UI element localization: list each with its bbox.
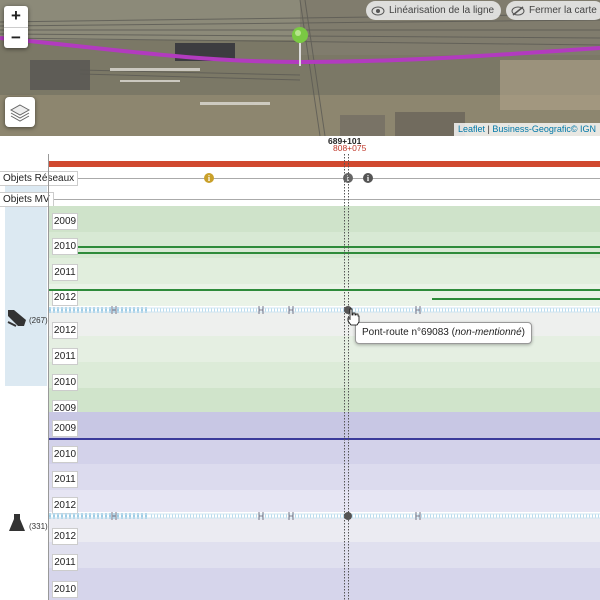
track-machine-icon: [7, 310, 26, 327]
g1-year-label: 2011: [52, 264, 78, 281]
zoom-out-button[interactable]: −: [4, 27, 28, 48]
g2-band-2010: [49, 438, 600, 464]
info-icon-yellow[interactable]: i: [203, 172, 215, 184]
g1-band-2009: [49, 206, 600, 232]
g1-year-label: 2012: [52, 289, 78, 306]
g1-green-segment[interactable]: [78, 252, 600, 254]
g1-year-label: 2010: [52, 374, 78, 391]
tooltip-status: non-mentionné: [454, 327, 522, 338]
zoom-in-button[interactable]: +: [4, 6, 28, 27]
zoom-control: + −: [4, 6, 28, 48]
g1-band-2011: [49, 258, 600, 284]
g1-band-2012: [49, 284, 600, 306]
location-marker-icon[interactable]: [292, 26, 308, 66]
linear-timeline[interactable]: 689+101 808+075 Objets Réseaux i i i Obj…: [0, 136, 600, 600]
g2-band-2012: [49, 490, 600, 512]
category-mv-objects[interactable]: Objets MV: [0, 192, 54, 207]
g1-band-2010: [49, 232, 600, 258]
position-cursor-line-secondary: [348, 154, 349, 600]
label-column-separator: [48, 154, 49, 600]
g2-year-label: 2011: [52, 471, 78, 488]
tooltip-end: ): [521, 327, 526, 338]
g1-green-segment[interactable]: [49, 289, 600, 291]
g2-blue-segment[interactable]: [49, 438, 600, 440]
g2-band-2009: [49, 412, 600, 438]
layers-icon: [10, 104, 30, 122]
tooltip-text: Pont-route n°69083 (: [362, 327, 455, 338]
flask-icon: [9, 514, 25, 531]
g1-track-line[interactable]: [49, 305, 600, 315]
g2-band-2011: [49, 464, 600, 490]
g1-green-segment[interactable]: [78, 246, 600, 248]
g2-year-label: 2010: [52, 581, 78, 598]
aerial-imagery: [0, 0, 600, 136]
g1-year-label: 2011: [52, 348, 78, 365]
g1-band-2010b: [49, 362, 600, 388]
g2-band-2012b: [49, 518, 600, 542]
g2-object-count: (331): [29, 522, 48, 531]
g1-green-segment[interactable]: [432, 298, 600, 300]
km-marker-secondary: 808+075: [333, 143, 367, 153]
g2-band-2011b: [49, 542, 600, 568]
g2-year-label: 2010: [52, 446, 78, 463]
leaflet-link[interactable]: Leaflet: [458, 124, 485, 134]
g2-track-line[interactable]: [49, 511, 600, 521]
g1-year-label: 2009: [52, 213, 78, 230]
position-cursor-line: [344, 154, 345, 600]
close-map-button[interactable]: Fermer la carte: [506, 1, 600, 20]
info-icon-dark[interactable]: i: [362, 172, 374, 184]
linearisation-button[interactable]: Linéarisation de la ligne: [366, 1, 502, 20]
line-extent-bar[interactable]: [49, 161, 600, 167]
g1-object-count: (267): [29, 316, 48, 325]
provider-link[interactable]: Business-Geografic: [492, 124, 571, 134]
linearisation-label: Linéarisation de la ligne: [389, 5, 495, 16]
eye-slash-icon: [511, 5, 525, 16]
g1-band-2009b: [49, 388, 600, 412]
object-tooltip: Pont-route n°69083 (non-mentionné): [355, 322, 533, 344]
g2-year-label: 2011: [52, 554, 78, 571]
g2-band-2010b: [49, 568, 600, 600]
category-network-objects[interactable]: Objets Réseaux: [0, 171, 79, 186]
mv-objects-axis: [49, 199, 600, 200]
g2-year-label: 2009: [52, 420, 78, 437]
map-attribution: Leaflet | Business-Geografic© IGN: [453, 123, 600, 136]
group-panel-highlight: [5, 184, 47, 386]
map-view[interactable]: + − Linéarisation de la ligne Fermer la …: [0, 0, 600, 136]
close-map-label: Fermer la carte: [529, 5, 597, 16]
layers-button[interactable]: [5, 97, 35, 127]
ign-copyright: © IGN: [570, 124, 596, 134]
network-objects-axis: [49, 178, 600, 179]
g1-year-label: 2010: [52, 238, 78, 255]
eye-icon: [371, 6, 385, 15]
g2-year-label: 2012: [52, 528, 78, 545]
g1-year-label: 2012: [52, 322, 78, 339]
